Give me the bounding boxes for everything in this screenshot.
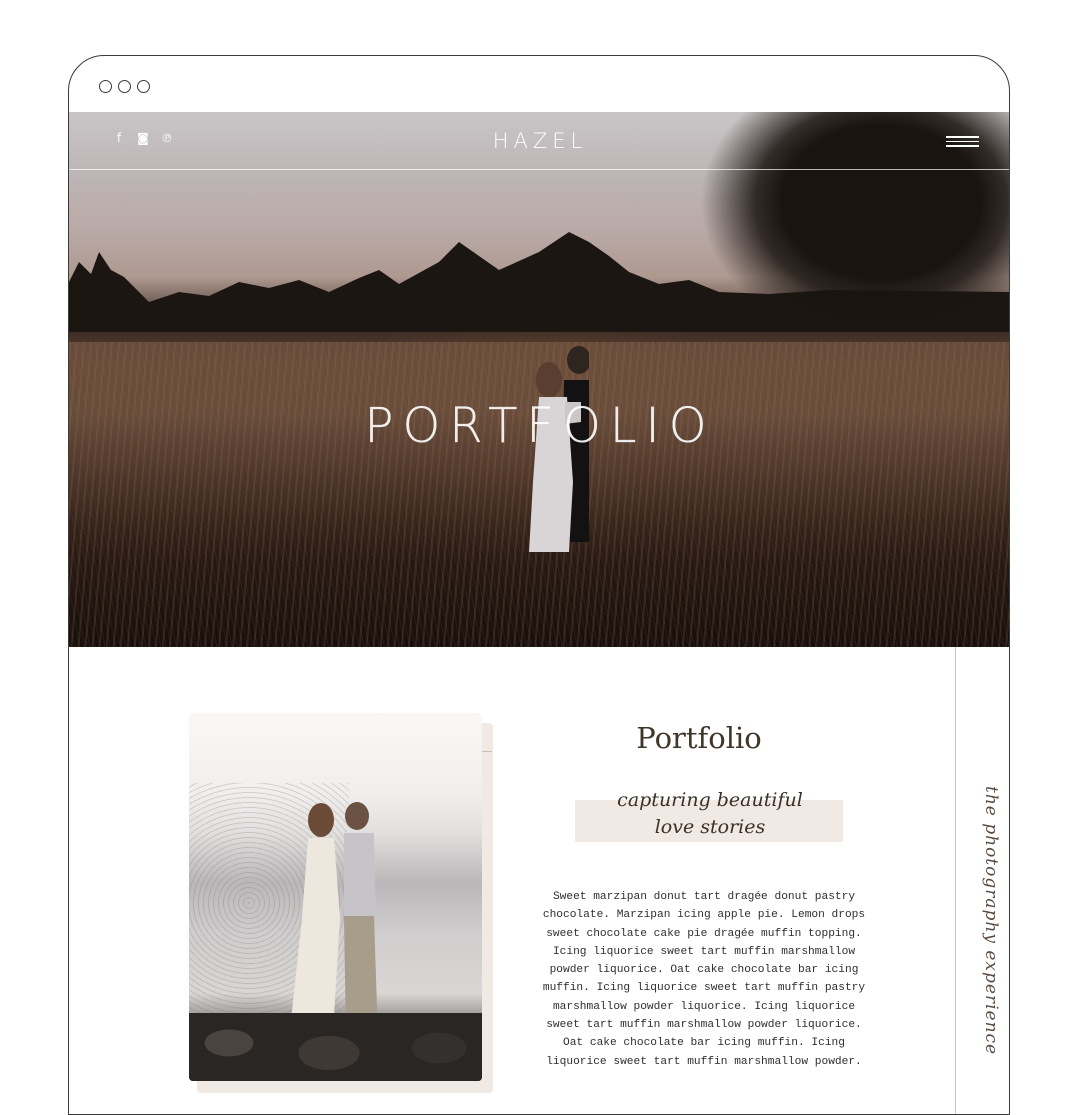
sidebar-divider	[955, 647, 956, 1114]
script-line: love stories	[654, 816, 766, 838]
hero-banner: f ◙ ℗ HAZEL PORTFOLIO	[69, 112, 1009, 647]
rocks	[189, 1013, 482, 1081]
window-dot-icon[interactable]	[99, 80, 112, 93]
browser-window: f ◙ ℗ HAZEL PORTFOLIO Portfolio capturin…	[68, 55, 1010, 1115]
couple-photo-subject	[288, 802, 378, 1048]
site-logo[interactable]: HAZEL	[69, 129, 1009, 153]
hamburger-menu-icon[interactable]	[946, 136, 979, 148]
body-paragraph: Sweet marzipan donut tart dragée donut p…	[529, 888, 879, 1071]
body-line: Icing liquorice sweet tart muffin marshm…	[552, 945, 856, 958]
window-dot-icon[interactable]	[118, 80, 131, 93]
body-line: sweet chocolate cake pie dragée muffin t…	[546, 927, 862, 940]
site-header: f ◙ ℗ HAZEL	[69, 112, 1009, 170]
window-dot-icon[interactable]	[137, 80, 150, 93]
portfolio-photo	[189, 713, 482, 1081]
body-line: liquorice sweet tart muffin marshmallow …	[546, 1055, 862, 1068]
script-line: capturing beautiful	[617, 789, 803, 811]
script-tagline: capturing beautiful love stories	[565, 787, 855, 841]
body-line: chocolate. Marzipan icing apple pie. Lem…	[542, 909, 866, 922]
body-line: sweet tart muffin marshmallow powder liq…	[546, 1019, 862, 1032]
body-line: muffin. Icing liquorice sweet tart muffi…	[542, 982, 866, 995]
body-line: Oat cake chocolate bar icing muffin. Ici…	[563, 1037, 845, 1050]
vertical-tagline: the photography experience	[981, 786, 1001, 1056]
body-line: powder liquorice. Oat cake chocolate bar…	[549, 964, 859, 977]
body-line: marshmallow powder liquorice. Icing liqu…	[552, 1000, 856, 1013]
body-line: Sweet marzipan donut tart dragée donut p…	[552, 891, 856, 903]
window-controls	[99, 80, 150, 93]
hero-title: PORTFOLIO	[364, 398, 716, 454]
section-title: Portfolio	[636, 721, 762, 755]
